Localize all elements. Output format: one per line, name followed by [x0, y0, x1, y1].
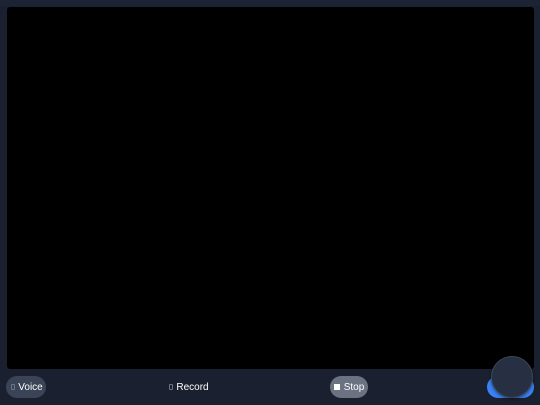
stop-square-icon — [333, 384, 340, 390]
voice-button-label: Voice — [18, 381, 43, 393]
microphone-icon — [11, 384, 16, 390]
control-bar: Voice Record Stop — [0, 370, 540, 405]
voice-button[interactable]: Voice — [6, 376, 46, 398]
stop-button[interactable]: Stop — [330, 376, 368, 398]
top-strip — [0, 0, 540, 6]
video-preview — [7, 7, 534, 369]
app-window: Voice Record Stop — [0, 0, 540, 405]
record-button[interactable]: Record — [166, 376, 212, 398]
floating-action-button[interactable] — [491, 356, 533, 398]
record-icon — [169, 384, 174, 390]
record-button-label: Record — [176, 381, 209, 393]
stop-button-label: Stop — [343, 381, 365, 393]
